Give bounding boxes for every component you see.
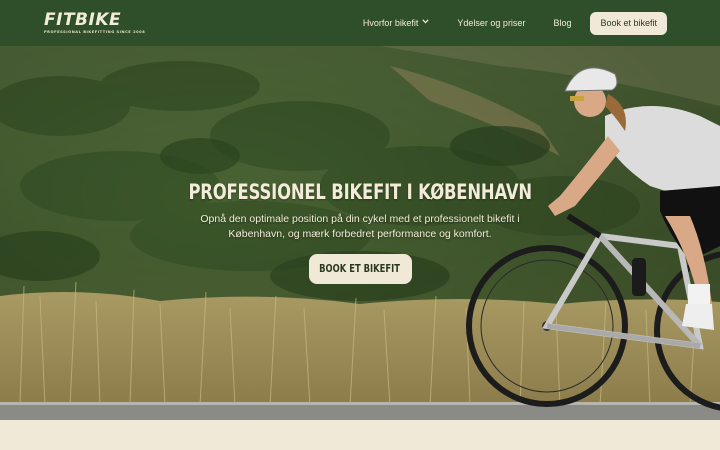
nav-item-hvorfor-bikefit[interactable]: Hvorfor bikefit bbox=[363, 18, 430, 28]
main-nav: Hvorfor bikefit Ydelser og priser Blog B… bbox=[363, 11, 667, 35]
nav-item-label: Ydelser og priser bbox=[457, 18, 526, 28]
hero-button-label: Book et bikefit bbox=[319, 263, 401, 275]
nav-item-label: Hvorfor bikefit bbox=[362, 18, 419, 28]
nav-item-label: Blog bbox=[553, 18, 572, 28]
site-header: FITBIKE Professional bikefitting since 2… bbox=[0, 0, 720, 46]
hero-section: Professionel bikefit i København Opnå de… bbox=[0, 46, 720, 420]
fitbike-logo[interactable]: FITBIKE Professional bikefitting since 2… bbox=[44, 9, 146, 35]
hero-subtitle: Opnå den optimale position på din cykel … bbox=[200, 213, 520, 240]
book-bikefit-header-button[interactable]: Book et bikefit bbox=[590, 11, 667, 35]
chevron-down-icon bbox=[422, 18, 430, 26]
hero-content: Professionel bikefit i København Opnå de… bbox=[0, 180, 720, 284]
logo-tagline: Professional bikefitting since 2008 bbox=[44, 29, 146, 34]
nav-item-ydelser-og-priser[interactable]: Ydelser og priser bbox=[457, 18, 525, 28]
hero-title: Professionel bikefit i København bbox=[188, 180, 532, 204]
nav-item-blog[interactable]: Blog bbox=[553, 18, 571, 28]
logo-wordmark: FITBIKE bbox=[44, 9, 122, 30]
next-section bbox=[0, 420, 720, 450]
book-bikefit-hero-button[interactable]: Book et bikefit bbox=[308, 254, 412, 284]
